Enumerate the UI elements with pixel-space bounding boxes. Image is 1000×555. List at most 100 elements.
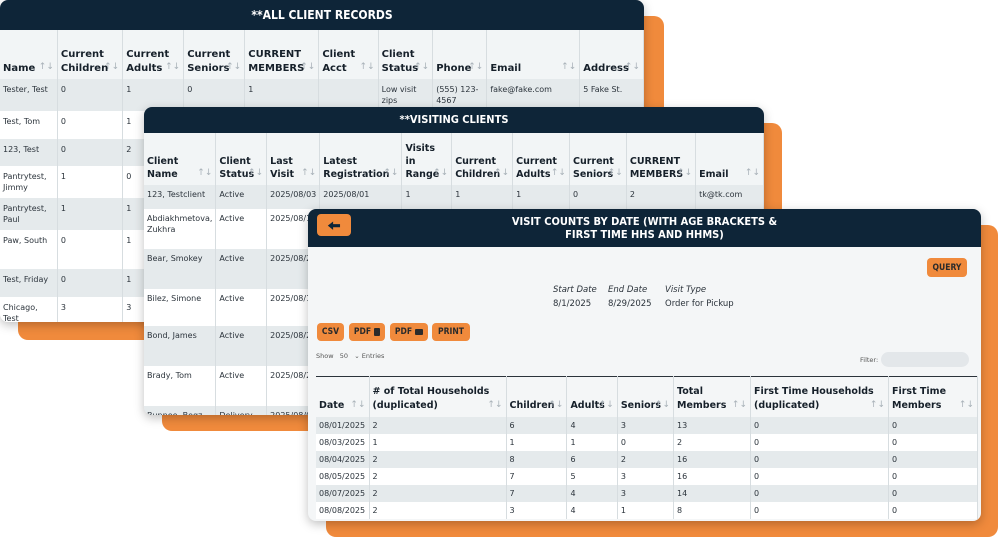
- all-clients-table-cell: 0: [57, 139, 124, 166]
- visit-counts-table-cell: 2: [369, 485, 507, 502]
- sort-arrows-icon: ↑↓: [958, 400, 974, 410]
- visiting-clients-column-header[interactable]: Client Name ↑↓: [144, 133, 217, 185]
- visit-counts-table-cell: 0: [888, 417, 978, 434]
- pdf-landscape-button[interactable]: PDF: [390, 323, 428, 341]
- all-clients-column-header[interactable]: Current Children ↑↓: [57, 30, 124, 79]
- all-clients-column-header[interactable]: Name ↑↓: [0, 30, 58, 79]
- visiting-clients-table-cell: 0: [569, 185, 627, 209]
- visiting-clients-column-header[interactable]: CURRENT MEMBERS ↑↓: [626, 133, 697, 185]
- visiting-clients-column-header[interactable]: Current Children ↑↓: [451, 133, 514, 185]
- visit-type-param: Visit Type Order for Pickup: [665, 285, 734, 309]
- visit-counts-table-cell: 08/08/2025: [316, 502, 370, 519]
- visiting-clients-table-cell: Active: [215, 185, 268, 209]
- visiting-clients-table-cell: 2: [626, 185, 697, 209]
- visit-counts-column-header[interactable]: First Time Households (duplicated) ↑↓: [750, 376, 889, 417]
- sort-arrows-icon: ↑↓: [607, 168, 623, 178]
- all-clients-table-cell: Paw, South: [0, 230, 58, 269]
- visit-counts-table-row: 08/03/2025 1 1 1 0 2 0 0: [316, 434, 978, 451]
- visit-counts-table-row: 08/04/2025 2 8 6 2 16 0 0: [316, 451, 978, 468]
- visiting-clients-table-cell: Bear, Smokey: [144, 249, 217, 289]
- visit-counts-table: Date ↑↓ # of Total Households (duplicated)…: [316, 376, 978, 519]
- visiting-clients-column-label: Email: [699, 169, 729, 180]
- visit-counts-table-cell: 08/05/2025: [316, 468, 370, 485]
- show-value: 50: [339, 352, 349, 360]
- sort-arrows-icon: ↑↓: [359, 62, 375, 72]
- visit-counts-table-cell: 08/04/2025: [316, 451, 370, 468]
- all-clients-column-label: Email: [490, 63, 522, 74]
- all-clients-column-label: Client Status: [381, 49, 419, 74]
- visit-counts-table-cell: 5: [566, 468, 618, 485]
- visit-counts-table-cell: 6: [506, 417, 568, 434]
- visit-counts-column-header[interactable]: Date ↑↓: [316, 376, 370, 417]
- visiting-clients-column-header[interactable]: Email ↑↓: [695, 133, 764, 185]
- end-date-label: End Date: [608, 285, 648, 295]
- all-clients-column-header[interactable]: Address ↑↓: [579, 30, 644, 79]
- visit-counts-table-cell: 4: [566, 417, 618, 434]
- all-clients-column-label: Current Adults: [126, 49, 170, 74]
- visiting-clients-column-header[interactable]: Current Adults ↑↓: [512, 133, 570, 185]
- visit-counts-table-cell: 08/03/2025: [316, 434, 370, 451]
- visit-counts-column-header[interactable]: Children ↑↓: [506, 376, 568, 417]
- all-clients-column-header[interactable]: Email ↑↓: [486, 30, 581, 79]
- visit-counts-table-cell: 1: [566, 434, 618, 451]
- sort-arrows-icon: ↑↓: [383, 168, 399, 178]
- sort-arrows-icon: ↑↓: [677, 168, 693, 178]
- chevron-down-icon: ⌄: [354, 352, 360, 360]
- sort-arrows-icon: ↑↓: [550, 168, 566, 178]
- sort-arrows-icon: ↑↓: [197, 168, 213, 178]
- visit-counts-table-cell: 7: [506, 485, 568, 502]
- visit-counts-table-cell: 2: [369, 502, 507, 519]
- pdf-button[interactable]: PDF: [349, 323, 385, 341]
- visiting-clients-table-cell: Active: [215, 326, 268, 366]
- all-clients-column-header[interactable]: Client Status ↑↓: [378, 30, 434, 79]
- visiting-clients-column-header[interactable]: Visits in Range ↑↓: [401, 133, 453, 185]
- visiting-clients-title: **VISITING CLIENTS: [144, 107, 764, 133]
- visiting-clients-column-header[interactable]: Latest Registration ↑↓: [319, 133, 403, 185]
- all-clients-column-header[interactable]: Phone ↑↓: [432, 30, 488, 79]
- visit-counts-title-line1: Visit Counts by Date (with Age Brackets …: [511, 215, 778, 228]
- all-clients-table-cell: Test, Tom: [0, 111, 58, 139]
- all-clients-table-cell: 0: [57, 79, 124, 111]
- visit-counts-table-cell: 0: [888, 468, 978, 485]
- print-button[interactable]: PRINT: [432, 323, 470, 341]
- visit-counts-table-cell: 0: [888, 485, 978, 502]
- visit-counts-table-cell: 7: [506, 468, 568, 485]
- visit-counts-table-cell: 08/07/2025: [316, 485, 370, 502]
- visit-counts-panel: 🠨 Visit Counts by Date (with Age Bracket…: [308, 209, 981, 521]
- sort-arrows-icon: ↑↓: [165, 62, 181, 72]
- visiting-clients-column-header[interactable]: Client Status ↑↓: [215, 133, 268, 185]
- visit-counts-column-header[interactable]: Adults ↑↓: [566, 376, 618, 417]
- visiting-clients-table-cell: 1: [401, 185, 453, 209]
- show-entries-control[interactable]: Show 50 ⌄ Entries: [316, 352, 384, 360]
- visit-counts-column-header[interactable]: # of Total Households (duplicated) ↑↓: [369, 376, 507, 417]
- pdf-landscape-label: PDF: [394, 327, 413, 337]
- query-button[interactable]: QUERY: [927, 258, 967, 277]
- all-clients-column-header[interactable]: Current Seniors ↑↓: [183, 30, 246, 79]
- filter-label: Filter:: [860, 356, 879, 364]
- back-button[interactable]: 🠨: [317, 214, 351, 236]
- visit-counts-title-line2: First Time HHs and HHMs): [565, 228, 724, 241]
- visiting-clients-column-header[interactable]: Last Visit ↑↓: [266, 133, 321, 185]
- all-clients-column-header[interactable]: Client Acct ↑↓: [318, 30, 379, 79]
- visit-counts-table-row: 08/05/2025 2 7 5 3 16 0 0: [316, 468, 978, 485]
- file-landscape-icon: [415, 329, 424, 335]
- filter-input[interactable]: [881, 352, 969, 367]
- visit-counts-column-header[interactable]: First Time Members ↑↓: [888, 376, 978, 417]
- visit-counts-table-cell: 3: [617, 417, 675, 434]
- visit-counts-column-header[interactable]: Seniors ↑↓: [617, 376, 675, 417]
- sort-arrows-icon: ↑↓: [433, 168, 449, 178]
- visiting-clients-column-label: Last Visit: [270, 156, 295, 180]
- visit-counts-table-cell: 1: [506, 434, 568, 451]
- all-clients-column-header[interactable]: CURRENT MEMBERS ↑↓: [244, 30, 320, 79]
- all-clients-column-header[interactable]: Current Adults ↑↓: [122, 30, 185, 79]
- visiting-clients-table-cell: 2025/08/03: [266, 185, 321, 209]
- visit-type-value: Order for Pickup: [665, 299, 734, 309]
- csv-button[interactable]: CSV: [317, 323, 344, 341]
- file-icon: [374, 328, 381, 336]
- sort-arrows-icon: ↑↓: [487, 400, 503, 410]
- visit-counts-table-cell: 6: [566, 451, 618, 468]
- pdf-label: PDF: [353, 327, 372, 337]
- visit-counts-column-header[interactable]: Total Members ↑↓: [673, 376, 751, 417]
- visiting-clients-column-header[interactable]: Current Seniors ↑↓: [569, 133, 627, 185]
- visit-counts-header: 🠨 Visit Counts by Date (with Age Bracket…: [308, 209, 981, 247]
